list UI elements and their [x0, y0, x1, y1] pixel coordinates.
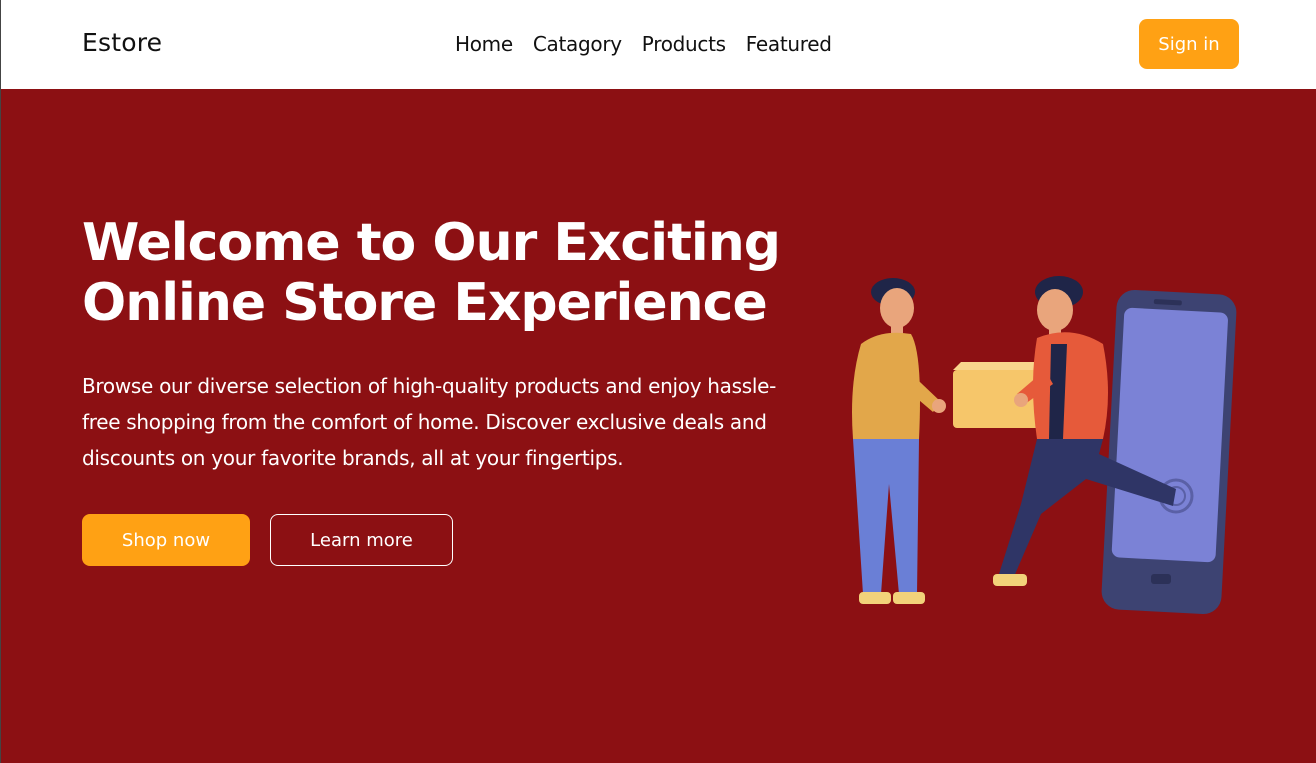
navbar: Estore Home Catagory Products Featured S… — [0, 0, 1316, 89]
nav-links: Home Catagory Products Featured — [455, 32, 832, 56]
hero-description: Browse our diverse selection of high-qua… — [82, 374, 777, 470]
hero-section: Welcome to Our Exciting Online Store Exp… — [0, 89, 1316, 763]
nav-link-products[interactable]: Products — [642, 32, 726, 56]
nav-link-catagory[interactable]: Catagory — [533, 32, 622, 56]
smartphone-icon — [1101, 289, 1237, 615]
hero-headline: Welcome to Our Exciting Online Store Exp… — [82, 213, 781, 333]
learn-more-button[interactable]: Learn more — [270, 514, 453, 566]
customer-figure — [852, 278, 946, 604]
nav-link-featured[interactable]: Featured — [746, 32, 832, 56]
brand-logo[interactable]: Estore — [82, 28, 162, 57]
shop-now-button[interactable]: Shop now — [82, 514, 250, 566]
delivery-handoff-phone-illustration — [852, 276, 1237, 615]
nav-link-home[interactable]: Home — [455, 32, 513, 56]
sign-in-button[interactable]: Sign in — [1139, 19, 1239, 69]
